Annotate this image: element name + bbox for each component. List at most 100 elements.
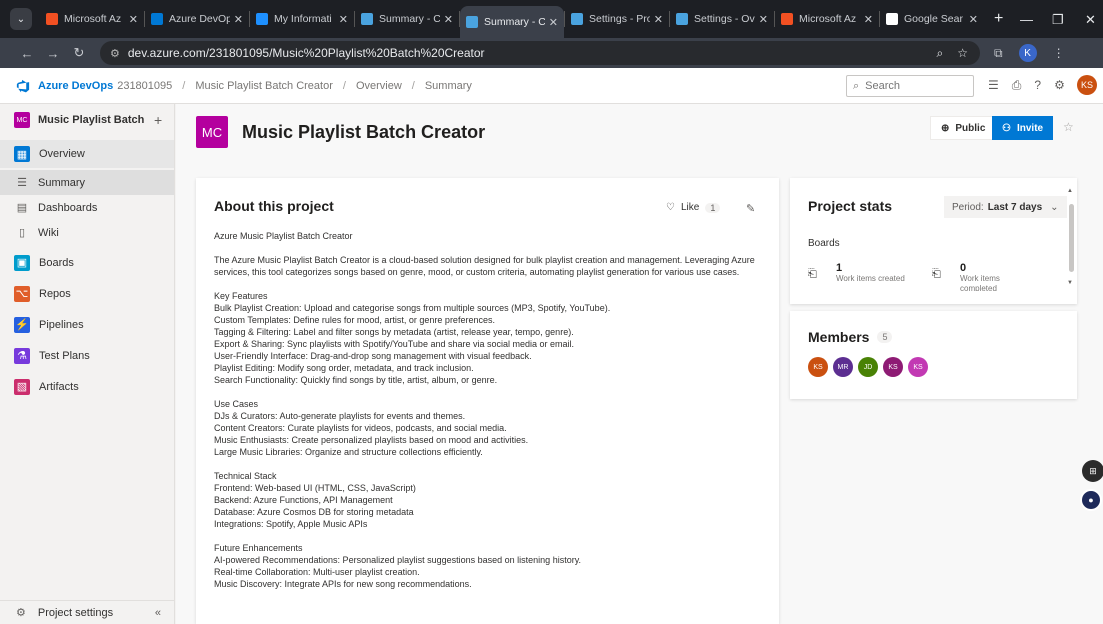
tab-search-icon[interactable]: ⌄ <box>10 8 32 30</box>
tab-close-icon[interactable]: ✕ <box>549 16 558 29</box>
tab-close-icon[interactable]: ✕ <box>339 13 348 26</box>
stats-scrollbar-thumb[interactable] <box>1069 204 1074 272</box>
task-list-icon[interactable]: ☰ <box>988 78 999 93</box>
gear-icon: ⚙ <box>16 607 26 619</box>
tab-favicon-icon <box>256 13 268 25</box>
address-bar[interactable]: ⚙ dev.azure.com/231801095/Music%20Playli… <box>100 41 980 65</box>
stat-label: Work items completed <box>960 274 1000 291</box>
scroll-up-icon[interactable]: ▲ <box>1067 188 1073 194</box>
about-line: Export & Sharing: Sync playlists with Sp… <box>214 339 575 349</box>
sidebar-item-boards[interactable]: ▣ Boards <box>0 247 174 278</box>
sidebar-item-wiki[interactable]: ▯ Wiki <box>0 220 174 245</box>
tab-favicon-icon <box>886 13 898 25</box>
about-line: Integrations: Spotify, Apple Music APIs <box>214 519 368 529</box>
breadcrumb-project[interactable]: Music Playlist Batch Creator <box>195 80 333 92</box>
browser-tab[interactable]: My Informati ✕ <box>250 5 354 33</box>
sidebar-item-summary[interactable]: ☰ Summary <box>0 170 174 195</box>
breadcrumb-overview[interactable]: Overview <box>356 80 402 92</box>
member-avatar[interactable]: JD <box>858 357 878 377</box>
browser-tab[interactable]: Google Sear ✕ <box>880 5 984 33</box>
browser-tab[interactable]: Microsoft Az ✕ <box>775 5 879 33</box>
member-avatar[interactable]: KS <box>808 357 828 377</box>
breadcrumb-separator: / <box>182 79 186 92</box>
bookmark-star-icon[interactable]: ☆ <box>957 46 968 61</box>
reload-icon[interactable]: ↻ <box>66 45 92 61</box>
project-switcher[interactable]: MC Music Playlist Batch Cr... + <box>0 108 174 132</box>
minimize-icon[interactable]: — <box>1020 12 1033 27</box>
breadcrumb-summary[interactable]: Summary <box>425 80 472 92</box>
about-line: Use Cases <box>214 399 259 409</box>
collapse-nav-icon[interactable]: « <box>155 607 161 619</box>
member-avatar[interactable]: MR <box>833 357 853 377</box>
work-items-completed-stat[interactable]: ⎗ 0 Work items completed <box>932 262 1030 291</box>
close-window-icon[interactable]: ✕ <box>1085 12 1096 28</box>
left-navigation: MC Music Playlist Batch Cr... + ▦ Overvie… <box>0 104 175 624</box>
sidebar-item-pipelines[interactable]: ⚡ Pipelines <box>0 309 174 340</box>
add-icon[interactable]: + <box>154 112 162 128</box>
sidebar-item-artifacts[interactable]: ▧ Artifacts <box>0 371 174 402</box>
tab-label: Microsoft Az <box>64 13 122 25</box>
apps-grid-icon[interactable]: ⊞ <box>1082 460 1103 482</box>
about-line: Technical Stack <box>214 471 277 481</box>
browser-menu-icon[interactable]: ⋮ <box>1053 46 1065 60</box>
main-content: MC Music Playlist Batch Creator ⊕ Public… <box>176 104 1103 624</box>
help-icon[interactable]: ? <box>1034 78 1041 93</box>
new-tab-button[interactable]: + <box>984 10 1013 28</box>
browser-tab[interactable]: Azure DevOp ✕ <box>145 5 249 33</box>
browser-tab[interactable]: Summary - C ✕ <box>460 6 564 38</box>
tab-close-icon[interactable]: ✕ <box>234 13 243 26</box>
org-link[interactable]: 231801095 <box>117 80 172 92</box>
browser-tab[interactable]: Settings - Ov ✕ <box>670 5 774 33</box>
scroll-down-icon[interactable]: ▼ <box>1067 280 1073 286</box>
favorite-star-icon[interactable]: ☆ <box>1063 120 1074 134</box>
forward-icon[interactable]: → <box>40 46 66 61</box>
browser-tab[interactable]: Microsoft Az ✕ <box>40 5 144 33</box>
search-box[interactable]: ⌕ <box>846 75 974 97</box>
about-line: Key Features <box>214 291 268 301</box>
invite-button[interactable]: ⚇ Invite <box>992 116 1054 140</box>
sidebar-item-repos[interactable]: ⌥ Repos <box>0 278 174 309</box>
tab-close-icon[interactable]: ✕ <box>864 13 873 26</box>
tab-close-icon[interactable]: ✕ <box>444 13 453 26</box>
user-avatar[interactable]: KS <box>1077 75 1097 95</box>
copilot-chat-icon[interactable]: ● <box>1080 489 1102 511</box>
edit-pencil-icon[interactable]: ✎ <box>746 202 755 215</box>
brand-link[interactable]: Azure DevOps <box>38 80 113 92</box>
tab-label: Azure DevOp <box>169 13 230 25</box>
member-avatar[interactable]: KS <box>908 357 928 377</box>
restore-icon[interactable]: ❐ <box>1052 12 1064 28</box>
search-input[interactable] <box>865 80 966 92</box>
sidebar-item-overview[interactable]: ▦ Overview <box>0 140 174 168</box>
user-settings-icon[interactable]: ⚙ <box>1054 78 1065 93</box>
zoom-icon[interactable]: ⌕ <box>937 46 944 61</box>
browser-profile-avatar[interactable]: K <box>1018 44 1037 62</box>
member-avatar[interactable]: KS <box>883 357 903 377</box>
tab-label: Microsoft Az <box>799 13 857 25</box>
tab-close-icon[interactable]: ✕ <box>654 13 663 26</box>
about-line: Bulk Playlist Creation: Upload and categ… <box>214 303 611 313</box>
browser-tab[interactable]: Summary - C ✕ <box>355 5 459 33</box>
project-settings-link[interactable]: ⚙ Project settings « <box>0 600 175 624</box>
tab-close-icon[interactable]: ✕ <box>759 13 768 26</box>
sidebar-item-test-plans[interactable]: ⚗ Test Plans <box>0 340 174 371</box>
like-button[interactable]: ♡ Like 1 <box>666 202 721 213</box>
tab-favicon-icon <box>781 13 793 25</box>
back-icon[interactable]: ← <box>14 46 40 61</box>
browser-tab[interactable]: Settings - Pro ✕ <box>565 5 669 33</box>
tab-close-icon[interactable]: ✕ <box>129 13 138 26</box>
site-settings-icon[interactable]: ⚙ <box>110 47 120 60</box>
period-dropdown[interactable]: Period: Last 7 days ⌄ <box>944 196 1067 218</box>
public-button[interactable]: ⊕ Public <box>930 116 997 140</box>
work-items-created-stat[interactable]: ⎗ 1 Work items created <box>808 262 906 291</box>
tab-close-icon[interactable]: ✕ <box>969 13 978 26</box>
extensions-icon[interactable]: ⧉ <box>994 46 1003 61</box>
sidebar-item-label: Wiki <box>38 226 59 239</box>
tab-label: Summary - C <box>484 16 545 28</box>
globe-icon: ⊕ <box>941 122 950 134</box>
tab-label: Google Sear <box>904 13 963 25</box>
sidebar-item-dashboards[interactable]: ▤ Dashboards <box>0 195 174 220</box>
marketplace-bag-icon[interactable]: ⎙ <box>1012 78 1022 93</box>
azure-devops-logo-icon[interactable] <box>16 79 30 93</box>
summary-icon: ☰ <box>17 177 27 189</box>
stat-label: Work items created <box>836 274 905 283</box>
